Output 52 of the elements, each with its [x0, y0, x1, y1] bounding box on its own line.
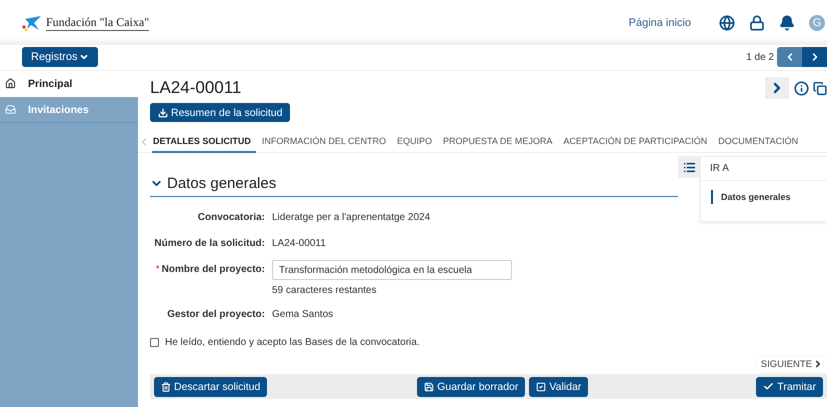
validate-button[interactable]: Validar [529, 376, 588, 396]
field-value: Lideratge per a l'aprenentatge 2024 [272, 211, 430, 225]
field-label: Convocatoria: [198, 211, 265, 225]
checkbox-icon [536, 382, 546, 392]
tab[interactable]: INFORMACIÓN DEL CENTRO [262, 130, 392, 152]
lock-icon[interactable] [749, 15, 765, 31]
field-label: Gestor del proyecto: [167, 308, 265, 322]
chevron-right-button[interactable] [765, 77, 789, 99]
section-title: Datos generales [167, 175, 276, 192]
checkbox[interactable] [150, 338, 159, 347]
checkbox-label: He leído, entiendo y acepto las Bases de la convocatoria. [165, 337, 420, 348]
section-header[interactable]: Datos generales [150, 171, 678, 197]
tab[interactable]: ACEPTACIÓN DE PARTICIPACIÓN [563, 130, 712, 152]
list-icon[interactable] [678, 156, 700, 178]
sidebar-item[interactable]: Principal [0, 71, 138, 97]
inbox-icon [5, 104, 16, 115]
panel-title: IR A [701, 157, 827, 181]
required-mark: * [156, 263, 160, 277]
project-name-field[interactable]: Transformación metodológica en la escuela [272, 260, 512, 280]
globe-icon[interactable] [719, 15, 735, 31]
trash-icon [161, 382, 171, 392]
field-label: Número de la solicitud: [154, 237, 265, 251]
next-link[interactable]: SIGUIENTE [756, 356, 827, 372]
caret-icon [79, 52, 90, 62]
save-draft-button[interactable]: Guardar borrador [417, 376, 526, 396]
tab[interactable]: DOCUMENTACIÓN [718, 130, 804, 152]
page-counter: 1 de 2 [746, 52, 774, 62]
page-title: LA24-00011 [150, 78, 242, 98]
home-link[interactable]: Página inicio [628, 17, 691, 29]
tab[interactable]: PROPUESTA DE MEJORA [443, 130, 558, 152]
discard-button[interactable]: Descartar solicitud [154, 376, 268, 396]
submit-button[interactable]: Tramitar [756, 376, 823, 396]
info-icon [794, 80, 808, 96]
field-value: LA24-00011 [272, 237, 326, 251]
field-value: Gema Santos [272, 308, 334, 322]
download-icon [158, 108, 168, 118]
field-hint: 59 caracteres restantes [272, 285, 378, 296]
home-icon [5, 78, 16, 89]
next-button[interactable] [802, 47, 827, 67]
check-icon [763, 381, 774, 392]
chevron-right-icon [813, 359, 823, 369]
previous-button[interactable] [777, 47, 802, 67]
bell-icon[interactable] [779, 15, 795, 31]
registros-menu-button[interactable]: Registros [22, 47, 98, 67]
field-label: Nombre del proyecto: [162, 263, 265, 277]
logo-text: Fundación "la Caixa" [46, 15, 150, 31]
tab[interactable]: DETALLES SOLICITUD [152, 130, 256, 152]
logo-star-icon [22, 15, 42, 31]
go-to-link[interactable]: Datos generales [711, 190, 827, 204]
tab[interactable]: EQUIPO [397, 130, 438, 152]
copy-icon [813, 80, 827, 96]
summary-button[interactable]: Resumen de la solicitud [150, 103, 290, 122]
